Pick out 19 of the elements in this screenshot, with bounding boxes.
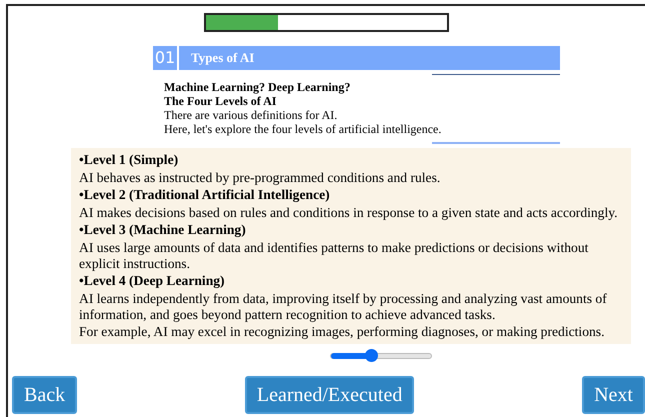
slider-thumb[interactable]	[365, 349, 378, 362]
example-text: For example, AI may excel in recognizing images, performing diagnoses, or making predictions.	[79, 324, 606, 340]
heading: The Four Levels of AI	[164, 94, 278, 108]
heading: Machine Learning? Deep Learning?	[164, 80, 352, 94]
level-description: AI uses large amounts of data and identifies patterns to make predictions or decisions without explicit instructions.	[79, 240, 590, 272]
level-heading: •Level 1 (Simple)	[79, 152, 180, 168]
level-heading: •Level 4 (Deep Learning)	[79, 273, 226, 289]
level-heading: •Level 2 (Traditional Artificial Intelligence)	[79, 187, 331, 203]
section-number: 01	[153, 46, 177, 70]
next-button[interactable]: Next	[582, 376, 645, 414]
level-description: AI behaves as instructed by pre-programmed conditions and rules.	[79, 170, 442, 186]
level-description: AI learns independently from data, improving itself by processing and analyzing vast amounts of information, and goes beyond pattern recognition to achieve advanced tasks.	[79, 291, 608, 323]
learned-executed-button[interactable]: Learned/Executed	[244, 376, 414, 414]
level-description: AI makes decisions based on rules and conditions in response to a given state and acts accordingly.	[79, 205, 619, 221]
section-title: Types of AI	[179, 46, 560, 70]
intro-text: There are various definitions for AI.	[164, 108, 338, 122]
intro-text: Here, let's explore the four levels of artificial intelligence.	[164, 122, 442, 136]
back-button[interactable]: Back	[12, 376, 78, 414]
level-heading: •Level 3 (Machine Learning)	[79, 222, 247, 238]
